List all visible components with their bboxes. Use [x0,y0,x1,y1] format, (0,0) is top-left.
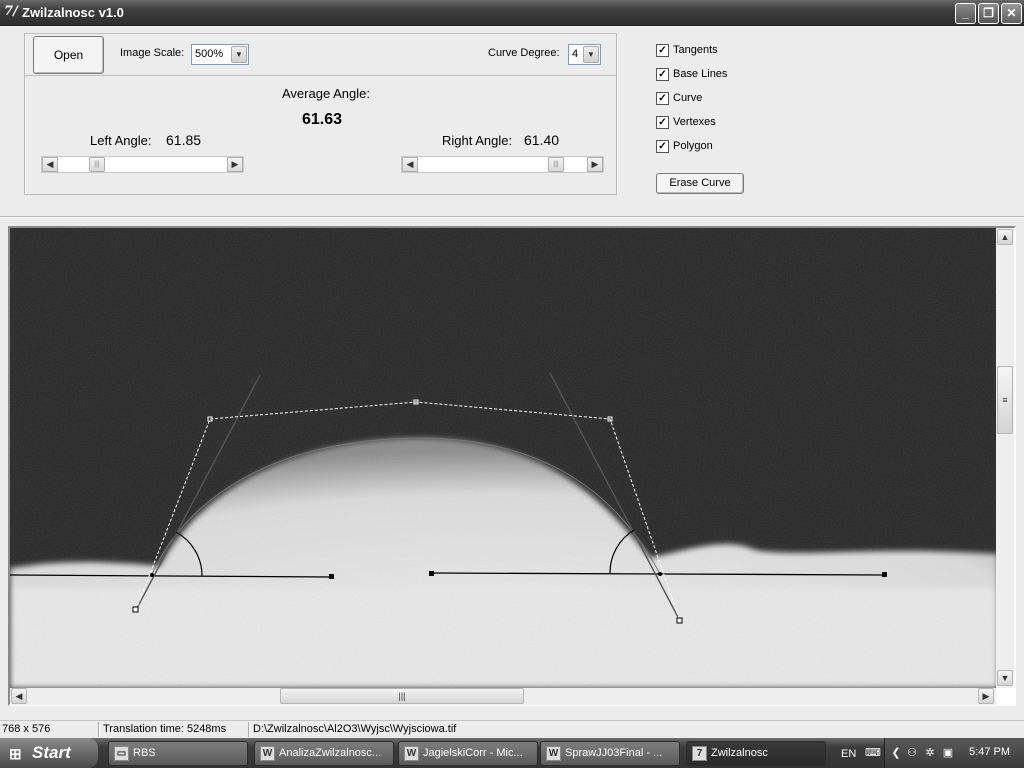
checkbox[interactable]: ✓ [656,68,669,81]
curve-degree-value: 4 [572,48,579,60]
taskbar-item[interactable]: ▭ RBS [108,741,248,766]
image-scale-label: Image Scale: [120,47,185,59]
left-angle-slider[interactable]: ◀ ||| ▶ [41,156,244,173]
title-bar[interactable]: 7/ Zwilzalnosc v1.0 _ ❐ ✕ [0,0,1024,26]
taskbar-item-label: Zwilzalnosc [711,747,768,759]
taskbar: ⊞ Start ▭ RBS W AnalizaZwilzalnosc... W Jagie… [0,738,1024,768]
checkbox-label: Base Lines [673,68,728,80]
chevron-left-icon[interactable]: ◀ [402,157,418,172]
taskbar-item-label: AnalizaZwilzalnosc... [279,747,382,759]
angles-panel: Average Angle: 61.63 Left Angle: 61.85 R… [24,75,617,195]
left-angle-value: 61.85 [166,132,202,148]
restore-icon: ❐ [983,6,994,20]
checkbox-label: Curve [673,92,703,104]
taskbar-item-label: JagielskiCorr - Mic... [423,747,523,759]
image-scale-select[interactable]: 500% ▼ [191,44,249,65]
window-title: Zwilzalnosc v1.0 [22,5,124,20]
checkbox-label: Vertexes [673,116,716,128]
curve-degree-select[interactable]: 4 ▼ [568,44,601,65]
translation-time: Translation time: 5248ms [103,723,227,735]
word-icon: W [404,746,419,761]
checkbox[interactable]: ✓ [656,44,669,57]
right-angle-slider[interactable]: ◀ ||| ▶ [401,156,604,173]
taskbar-item[interactable]: W SprawJJ03Final - ... [540,741,680,766]
chevron-right-icon[interactable]: ▶ [587,157,603,172]
close-button[interactable]: ✕ [1001,3,1022,24]
vertical-scroll-thumb[interactable]: ≡ [997,366,1013,434]
chevron-up-icon[interactable]: ▲ [997,229,1013,245]
chevron-down-icon[interactable]: ▼ [583,46,599,63]
settings-icon[interactable]: ✲ [923,746,937,760]
computer-icon[interactable]: ▣ [941,746,955,760]
app-icon: 7 [692,746,707,761]
checkbox-label: Polygon [673,140,713,152]
right-angle-value: 61.40 [524,132,560,148]
chevron-left-icon[interactable]: ◀ [42,157,58,172]
taskbar-item[interactable]: W AnalizaZwilzalnosc... [254,741,394,766]
word-icon: W [260,746,275,761]
chevron-down-icon[interactable]: ▼ [997,670,1013,686]
status-divider [248,722,250,737]
status-divider [98,722,100,737]
network-icon[interactable]: ⚇ [905,746,919,760]
clock: 5:47 PM [969,746,1010,758]
taskbar-item-label: RBS [133,747,156,759]
taskbar-item-label: SprawJJ03Final - ... [565,747,663,759]
app-window: 7/ Zwilzalnosc v1.0 _ ❐ ✕ Open Image Sca… [0,0,1024,738]
word-icon: W [546,746,561,761]
start-button[interactable]: ⊞ Start [0,738,98,768]
right-slider-thumb[interactable]: ||| [548,157,564,172]
image-viewport[interactable] [8,226,1016,706]
divider [0,216,1024,218]
left-slider-thumb[interactable]: ||| [89,157,105,172]
left-angle-label: Left Angle: [90,133,152,148]
close-icon: ✕ [1006,6,1017,20]
restore-button[interactable]: ❐ [978,3,999,24]
horizontal-scroll-thumb[interactable]: ||| [280,688,524,704]
chevron-right-icon[interactable]: ▶ [978,688,994,704]
image-dimensions: 768 x 576 [2,723,51,735]
status-bar: 768 x 576 Translation time: 5248ms D:\Zw… [0,720,1024,738]
chevron-left-icon[interactable]: ❮ [889,746,903,760]
chevron-right-icon[interactable]: ▶ [227,157,243,172]
minimize-icon: _ [962,6,969,20]
horizontal-scrollbar[interactable]: ◀ ||| ▶ [10,688,996,705]
image-scale-value: 500% [195,48,224,60]
start-label: Start [32,743,71,762]
minimize-button[interactable]: _ [955,3,976,24]
average-angle-label: Average Angle: [282,86,370,101]
system-tray: EN ⌨ ❮ ⚇ ✲ ▣ 5:47 PM [841,738,1024,768]
checkbox[interactable]: ✓ [656,116,669,129]
keyboard-icon[interactable]: ⌨ [865,746,881,760]
chevron-left-icon[interactable]: ◀ [11,688,27,704]
checkbox[interactable]: ✓ [656,140,669,153]
chevron-down-icon[interactable]: ▼ [231,46,247,63]
checkbox[interactable]: ✓ [656,92,669,105]
file-path: D:\Zwilzalnosc\Al2O3\Wyjsc\Wyjsciowa.tif [253,723,457,735]
right-angle-label: Right Angle: [442,133,513,148]
taskbar-item[interactable]: W JagielskiCorr - Mic... [398,741,538,766]
controls-panel: Open Image Scale: 500% ▼ Curve Degree: 4… [24,33,617,76]
app-logo-icon: 7/ [4,4,18,19]
average-angle-value: 61.63 [302,111,343,128]
droplet-image[interactable] [10,228,998,688]
open-button[interactable]: Open [33,36,104,74]
erase-curve-button[interactable]: Erase Curve [656,173,744,194]
taskbar-item[interactable]: 7 Zwilzalnosc [686,741,826,766]
checkbox-label: Tangents [673,44,718,56]
vertical-scrollbar[interactable]: ▲ ≡ ▼ [996,228,1014,688]
windows-logo-icon: ⊞ [9,746,22,763]
language-indicator[interactable]: EN [841,747,856,761]
curve-degree-label: Curve Degree: [488,47,560,59]
folder-icon: ▭ [114,746,129,761]
